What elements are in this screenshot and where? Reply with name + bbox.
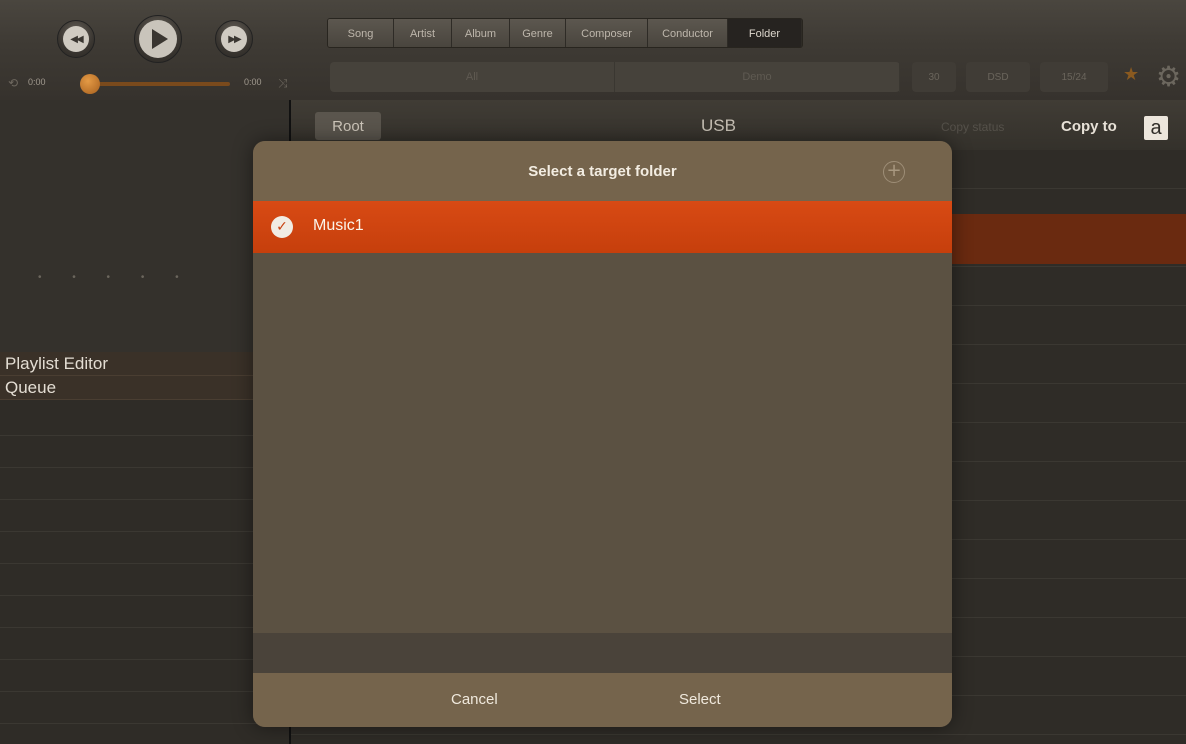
copy-to-button[interactable]: Copy to	[1061, 118, 1117, 135]
filter-demo[interactable]: Demo	[615, 62, 900, 92]
left-list	[0, 404, 290, 744]
menu-playlist-editor[interactable]: Playlist Editor	[0, 352, 290, 376]
checkmark-icon: ✓	[271, 216, 293, 238]
dialog-footer: Cancel Select	[253, 673, 952, 727]
dialog-header: Select a target folder +	[253, 141, 952, 201]
shuffle-icon[interactable]: ⤨	[278, 76, 288, 91]
folder-name: Music1	[313, 217, 364, 234]
tab-composer[interactable]: Composer	[566, 19, 648, 47]
tab-genre[interactable]: Genre	[510, 19, 566, 47]
duration-time: 0:00	[244, 77, 262, 87]
repeat-icon[interactable]: ⟲	[8, 76, 18, 90]
left-panel: • • • • • Playlist Editor Queue	[0, 100, 290, 744]
tab-album[interactable]: Album	[452, 19, 510, 47]
category-tabs: Song Artist Album Genre Composer Conduct…	[327, 18, 803, 48]
dialog-body	[253, 253, 952, 633]
progress-track[interactable]	[90, 82, 230, 86]
transport-controls: ◀◀ ▶▶ ⟲ 0:00 0:00 ⤨	[0, 0, 296, 100]
skip-back-icon: ◀◀	[63, 26, 89, 52]
filter-30-pill[interactable]: 30	[912, 62, 956, 92]
copy-status-button[interactable]: Copy status	[941, 120, 1004, 134]
tab-folder[interactable]: Folder	[728, 19, 802, 47]
skip-back-button[interactable]: ◀◀	[57, 20, 95, 58]
add-folder-icon[interactable]: +	[883, 161, 905, 183]
browser-title: USB	[701, 116, 736, 135]
left-menu: Playlist Editor Queue	[0, 352, 290, 400]
progress-row: ⟲ 0:00 0:00 ⤨	[0, 72, 296, 96]
root-back-button[interactable]: Root	[315, 112, 381, 140]
dialog-title: Select a target folder	[528, 163, 677, 180]
skip-forward-icon: ▶▶	[221, 26, 247, 52]
now-playing-art: • • • • •	[0, 100, 290, 352]
selected-row[interactable]	[951, 214, 1186, 264]
play-icon	[139, 20, 177, 58]
tab-conductor[interactable]: Conductor	[648, 19, 728, 47]
menu-queue[interactable]: Queue	[0, 376, 290, 400]
top-bar: ◀◀ ▶▶ ⟲ 0:00 0:00 ⤨ Song Artist Album Ge…	[0, 0, 1186, 100]
filter-dsd-pill[interactable]: DSD	[966, 62, 1030, 92]
filter-bitrate-pill[interactable]: 15/24	[1040, 62, 1108, 92]
page-dots: • • • • •	[38, 272, 193, 283]
progress-knob[interactable]	[80, 74, 100, 94]
skip-forward-button[interactable]: ▶▶	[215, 20, 253, 58]
folder-list-item[interactable]: ✓ Music1	[253, 201, 952, 253]
elapsed-time: 0:00	[28, 77, 46, 87]
select-button[interactable]: Select	[679, 691, 721, 708]
star-icon[interactable]: ★	[1123, 64, 1139, 85]
filter-all[interactable]: All	[330, 62, 615, 92]
gear-icon[interactable]: ⚙	[1156, 60, 1181, 93]
dialog-strip	[253, 633, 952, 673]
sort-alpha-icon[interactable]: a	[1144, 116, 1168, 140]
select-folder-dialog: Select a target folder + ✓ Music1 Cancel…	[253, 141, 952, 727]
cancel-button[interactable]: Cancel	[451, 691, 498, 708]
tab-song[interactable]: Song	[328, 19, 394, 47]
app-window: ◀◀ ▶▶ ⟲ 0:00 0:00 ⤨ Song Artist Album Ge…	[0, 0, 1186, 744]
filter-row: All Demo	[330, 62, 900, 92]
tab-artist[interactable]: Artist	[394, 19, 452, 47]
play-button[interactable]	[134, 15, 182, 63]
